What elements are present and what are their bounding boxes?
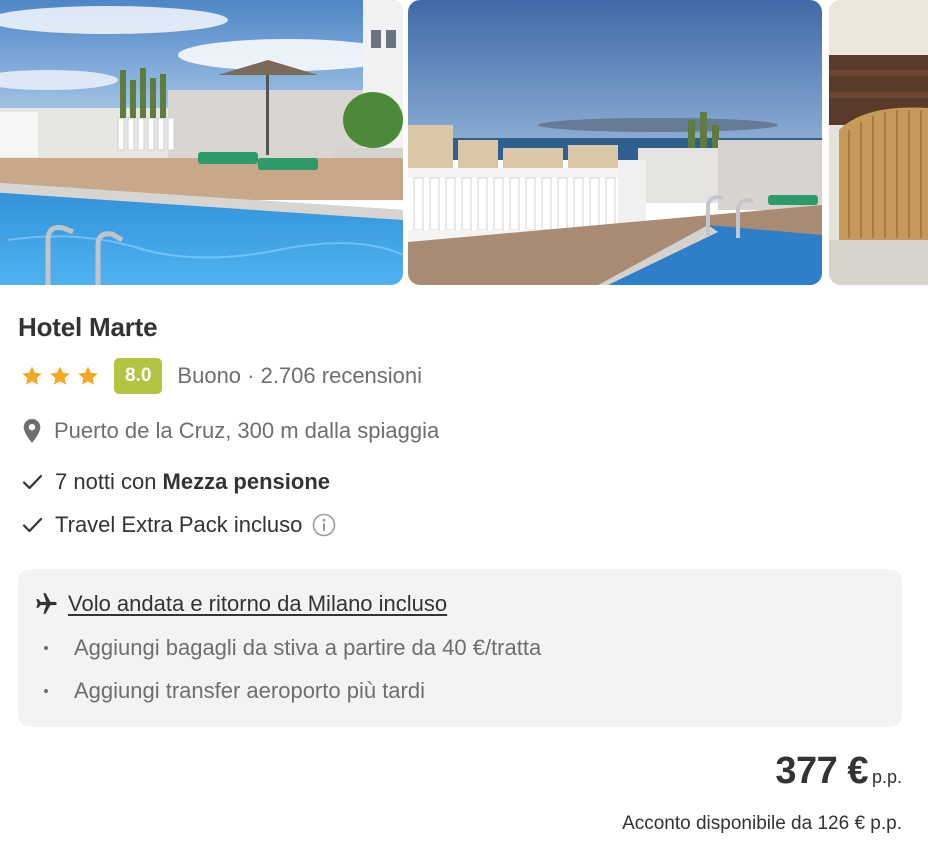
feature-board-type: Mezza pensione (162, 469, 330, 494)
star-rating (20, 364, 100, 388)
feature-extra-pack: Travel Extra Pack incluso (22, 512, 336, 538)
flight-option-baggage: Aggiungi bagagli da stiva a partire da 4… (38, 635, 541, 661)
feature-board: 7 notti con Mezza pensione (22, 469, 330, 495)
photo-carousel[interactable] (0, 0, 928, 285)
flight-info-box: Volo andata e ritorno da Milano incluso … (18, 569, 902, 727)
star-icon (50, 366, 70, 385)
price-value: 377 € (775, 750, 868, 792)
hotel-photo-room[interactable] (829, 0, 928, 285)
bullet-dot (44, 646, 48, 650)
check-icon (22, 474, 43, 490)
check-icon (22, 517, 43, 533)
info-icon[interactable] (312, 513, 336, 537)
bullet-dot (44, 689, 48, 693)
location-row: Puerto de la Cruz, 300 m dalla spiaggia (22, 418, 439, 444)
location-text: Puerto de la Cruz, 300 m dalla spiaggia (54, 418, 440, 443)
feature-text: Travel Extra Pack incluso (55, 512, 303, 537)
hotel-rooftop-pool-photo (0, 0, 403, 285)
score-badge: 8.0 (114, 358, 163, 394)
price-unit: p.p. (871, 767, 902, 787)
hotel-photo-pool[interactable] (0, 0, 403, 285)
hotel-room-bed-photo (829, 0, 928, 285)
deposit-note: Acconto disponibile da 126 € p.p. (622, 813, 902, 834)
flight-details-link[interactable]: Volo andata e ritorno da Milano incluso (68, 591, 447, 617)
flight-option-transfer: Aggiungi transfer aeroporto più tardi (38, 678, 425, 704)
review-summary[interactable]: Buono · 2.706 recensioni (177, 363, 422, 389)
hotel-name[interactable]: Hotel Marte (18, 312, 158, 343)
star-icon (78, 366, 98, 385)
hotel-photo-terrace[interactable] (408, 0, 822, 285)
rating-row: 8.0 Buono · 2.706 recensioni (20, 358, 422, 394)
plane-icon (36, 593, 57, 614)
star-icon (22, 366, 42, 385)
flight-option-text: Aggiungi bagagli da stiva a partire da 4… (74, 635, 542, 660)
price-row: 377 € p.p. (775, 750, 902, 793)
flight-header: Volo andata e ritorno da Milano incluso (32, 591, 447, 617)
hotel-terrace-sea-view-photo (408, 0, 822, 285)
feature-text: 7 notti con (55, 469, 157, 494)
flight-option-text: Aggiungi transfer aeroporto più tardi (74, 678, 425, 703)
location-pin-icon (23, 419, 41, 443)
